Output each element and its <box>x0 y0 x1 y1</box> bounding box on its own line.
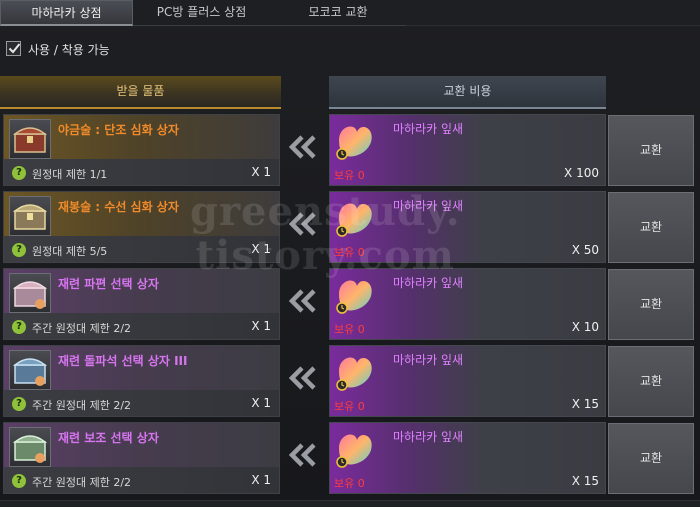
item-name: 재련 돌파석 선택 상자 III <box>58 354 188 368</box>
exchange-button[interactable]: 교환 <box>608 346 694 417</box>
exchange-button[interactable]: 교환 <box>608 423 694 494</box>
reward-item[interactable]: 재봉술 : 수선 심화 상자 ? 원정대 제한 5/5 X 1 <box>3 191 280 263</box>
green-chest-icon <box>9 427 51 467</box>
item-name: 재련 보조 선택 상자 <box>58 431 159 445</box>
owned-count: 보유 0 <box>334 246 365 259</box>
help-icon[interactable]: ? <box>12 474 26 488</box>
check-icon <box>8 43 21 54</box>
maharaka-leaf-icon <box>336 203 372 237</box>
reward-item[interactable]: 재련 보조 선택 상자 ? 주간 원정대 제한 2/2 X 1 <box>3 422 280 494</box>
exchange-button[interactable]: 교환 <box>608 269 694 340</box>
owned-count: 보유 0 <box>334 169 365 182</box>
receive-items-header: 받을 물품 <box>0 76 281 109</box>
help-icon[interactable]: ? <box>12 320 26 334</box>
shop-row: 재봉술 : 수선 심화 상자 ? 원정대 제한 5/5 X 1 마하라카 잎새 … <box>0 191 700 267</box>
exchange-button[interactable]: 교환 <box>608 192 694 263</box>
bottom-border <box>0 500 700 507</box>
cost-quantity: X 10 <box>571 320 599 334</box>
purchase-limit: 주간 원정대 제한 2/2 <box>32 399 132 412</box>
shop-tabs: 마하라카 상점 PC방 플러스 상점 모코코 교환 <box>0 0 406 26</box>
cost-item-name: 마하라카 잎새 <box>393 430 464 444</box>
blue-chest-icon <box>9 350 51 390</box>
item-name: 재련 파편 선택 상자 <box>58 277 159 291</box>
help-icon[interactable]: ? <box>12 166 26 180</box>
double-chevron-left-icon <box>288 135 316 159</box>
tab-mokoko-exchange[interactable]: 모코코 교환 <box>270 0 406 26</box>
owned-count: 보유 0 <box>334 323 365 336</box>
exchange-button[interactable]: 교환 <box>608 115 694 186</box>
item-name: 재봉술 : 수선 심화 상자 <box>58 200 179 214</box>
double-chevron-left-icon <box>288 289 316 313</box>
item-quantity: X 1 <box>251 319 271 333</box>
item-quantity: X 1 <box>251 473 271 487</box>
cost-panel: 마하라카 잎새 보유 0 X 15 <box>329 345 606 417</box>
reward-item[interactable]: 재련 파편 선택 상자 ? 주간 원정대 제한 2/2 X 1 <box>3 268 280 340</box>
cost-item-name: 마하라카 잎새 <box>393 199 464 213</box>
maharaka-leaf-icon <box>336 434 372 468</box>
tab-divider <box>406 25 700 26</box>
pink-chest-icon <box>9 273 51 313</box>
tab-pc-bang-plus-shop[interactable]: PC방 플러스 상점 <box>133 0 270 26</box>
help-icon[interactable]: ? <box>12 243 26 257</box>
purchase-limit: 주간 원정대 제한 2/2 <box>32 476 132 489</box>
purchase-limit: 원정대 제한 5/5 <box>32 245 108 258</box>
maharaka-leaf-icon <box>336 280 372 314</box>
cost-panel: 마하라카 잎새 보유 0 X 50 <box>329 191 606 263</box>
shop-row: 야금술 : 단조 심화 상자 ? 원정대 제한 1/1 X 1 마하라카 잎새 … <box>0 114 700 190</box>
cost-quantity: X 100 <box>564 166 599 180</box>
tab-maharaka-shop[interactable]: 마하라카 상점 <box>0 0 133 26</box>
cost-quantity: X 50 <box>571 243 599 257</box>
owned-count: 보유 0 <box>334 477 365 490</box>
cost-quantity: X 15 <box>571 397 599 411</box>
cost-item-name: 마하라카 잎새 <box>393 276 464 290</box>
item-quantity: X 1 <box>251 165 271 179</box>
usable-filter-checkbox[interactable] <box>6 41 21 56</box>
purchase-limit: 원정대 제한 1/1 <box>32 168 108 181</box>
reward-item[interactable]: 재련 돌파석 선택 상자 III ? 주간 원정대 제한 2/2 X 1 <box>3 345 280 417</box>
cost-quantity: X 15 <box>571 474 599 488</box>
shop-row: 재련 돌파석 선택 상자 III ? 주간 원정대 제한 2/2 X 1 마하라… <box>0 345 700 421</box>
gold-chest-icon <box>9 196 51 236</box>
help-icon[interactable]: ? <box>12 397 26 411</box>
reward-item[interactable]: 야금술 : 단조 심화 상자 ? 원정대 제한 1/1 X 1 <box>3 114 280 186</box>
purchase-limit: 주간 원정대 제한 2/2 <box>32 322 132 335</box>
cost-panel: 마하라카 잎새 보유 0 X 15 <box>329 422 606 494</box>
item-name: 야금술 : 단조 심화 상자 <box>58 123 179 137</box>
cost-panel: 마하라카 잎새 보유 0 X 100 <box>329 114 606 186</box>
red-chest-icon <box>9 119 51 159</box>
double-chevron-left-icon <box>288 212 316 236</box>
double-chevron-left-icon <box>288 366 316 390</box>
maharaka-leaf-icon <box>336 126 372 160</box>
exchange-cost-header: 교환 비용 <box>329 76 606 109</box>
shop-row: 재련 파편 선택 상자 ? 주간 원정대 제한 2/2 X 1 마하라카 잎새 … <box>0 268 700 344</box>
shop-row: 재련 보조 선택 상자 ? 주간 원정대 제한 2/2 X 1 마하라카 잎새 … <box>0 422 700 498</box>
maharaka-shop-window: 마하라카 상점 PC방 플러스 상점 모코코 교환 사용 / 착용 가능 받을 … <box>0 0 700 507</box>
maharaka-leaf-icon <box>336 357 372 391</box>
owned-count: 보유 0 <box>334 400 365 413</box>
cost-panel: 마하라카 잎새 보유 0 X 10 <box>329 268 606 340</box>
usable-filter-label[interactable]: 사용 / 착용 가능 <box>28 41 110 58</box>
cost-item-name: 마하라카 잎새 <box>393 122 464 136</box>
double-chevron-left-icon <box>288 443 316 467</box>
item-quantity: X 1 <box>251 396 271 410</box>
cost-item-name: 마하라카 잎새 <box>393 353 464 367</box>
item-quantity: X 1 <box>251 242 271 256</box>
